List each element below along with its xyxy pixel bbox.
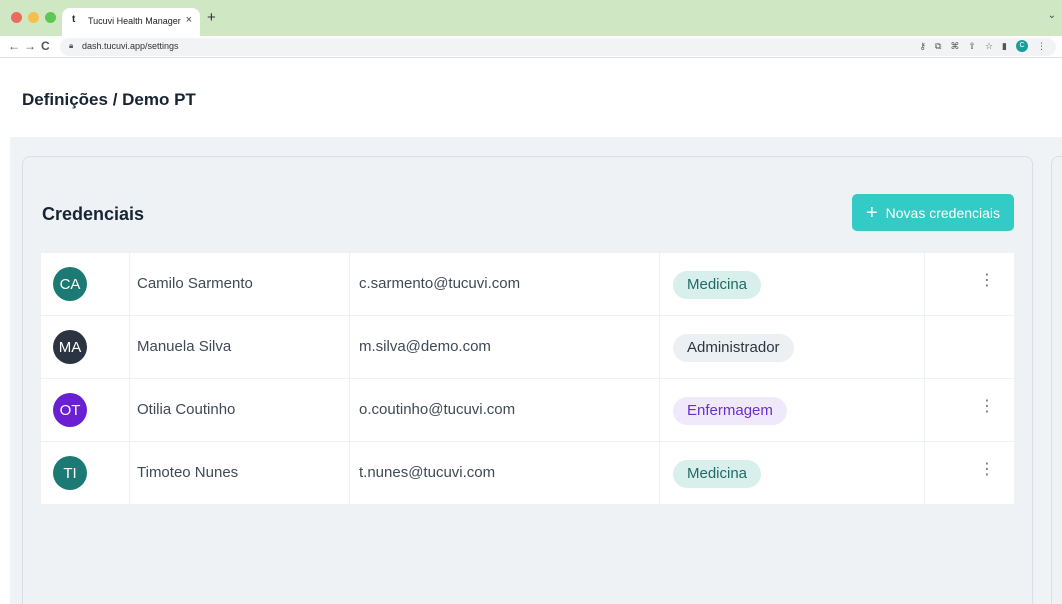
share-icon[interactable]: ⇪ — [968, 41, 976, 52]
credential-row: MA Manuela Silva m.silva@demo.com Admini… — [41, 316, 1014, 378]
side-panel-icon[interactable]: ▮ — [1002, 41, 1007, 52]
credential-row: OT Otilia Coutinho o.coutinho@tucuvi.com… — [41, 379, 1014, 441]
more-options-icon[interactable]: ⋮ — [979, 462, 995, 478]
avatar: TI — [53, 456, 87, 490]
lock-icon: 🔒︎ — [69, 41, 74, 50]
more-options-icon[interactable]: ⋮ — [979, 273, 995, 289]
page-title: Definições / Demo PT — [22, 90, 196, 109]
browser-tab-bar: t Tucuvi Health Manager × + ⌄ — [0, 0, 1062, 36]
user-name: Timoteo Nunes — [137, 464, 239, 481]
tab-close-icon[interactable]: × — [186, 14, 192, 26]
new-credentials-button[interactable]: + Novas credenciais — [852, 194, 1014, 231]
key-icon[interactable]: ⚷ — [919, 41, 926, 52]
user-email: m.silva@demo.com — [359, 338, 491, 355]
more-options-icon[interactable]: ⋮ — [979, 399, 995, 415]
maximize-window-button[interactable] — [45, 12, 56, 23]
reload-icon[interactable]: C — [41, 39, 50, 53]
back-arrow-icon[interactable]: ← — [8, 39, 20, 53]
credentials-list: CA Camilo Sarmento c.sarmento@tucuvi.com… — [41, 253, 1014, 505]
address-toolbar: ← → C 🔒︎ dash.tucuvi.app/settings ⚷ ⧉ ⌘ … — [0, 36, 1062, 58]
app-content: Definições / Demo PT Credenciais + Novas… — [0, 59, 1062, 604]
tucuvi-favicon-icon: t — [72, 14, 76, 25]
role-badge: Medicina — [673, 271, 762, 299]
sidebar-edge — [0, 59, 10, 604]
page-header: Definições / Demo PT — [10, 59, 1062, 137]
translate-icon[interactable]: ⌘ — [950, 41, 959, 52]
new-tab-button[interactable]: + — [207, 9, 216, 26]
bookmark-star-icon[interactable]: ☆ — [985, 41, 993, 52]
profile-avatar[interactable]: C — [1016, 40, 1028, 52]
tab-title: Tucuvi Health Manager — [88, 16, 181, 26]
new-credentials-label: Novas credenciais — [885, 204, 1001, 221]
forward-arrow-icon[interactable]: → — [24, 39, 36, 53]
url-text[interactable]: dash.tucuvi.app/settings — [82, 41, 179, 51]
user-name: Otilia Coutinho — [137, 401, 236, 418]
role-badge: Medicina — [673, 460, 762, 488]
browser-tab[interactable]: t Tucuvi Health Manager × — [62, 8, 200, 36]
avatar: MA — [53, 330, 87, 364]
secondary-card — [1051, 156, 1062, 604]
credential-row: TI Timoteo Nunes t.nunes@tucuvi.com Medi… — [41, 442, 1014, 504]
user-email: t.nunes@tucuvi.com — [359, 464, 496, 481]
install-app-icon[interactable]: ⧉ — [935, 41, 941, 52]
close-window-button[interactable] — [11, 12, 22, 23]
role-badge: Enfermagem — [673, 397, 787, 425]
avatar: CA — [53, 267, 87, 301]
user-name: Camilo Sarmento — [137, 275, 253, 292]
user-email: o.coutinho@tucuvi.com — [359, 401, 516, 418]
tab-search-chevron-icon[interactable]: ⌄ — [1048, 10, 1056, 21]
credential-row: CA Camilo Sarmento c.sarmento@tucuvi.com… — [41, 253, 1014, 315]
user-email: c.sarmento@tucuvi.com — [359, 275, 521, 292]
address-bar[interactable]: 🔒︎ dash.tucuvi.app/settings ⚷ ⧉ ⌘ ⇪ ☆ ▮ … — [60, 38, 1056, 56]
credentials-title: Credenciais — [42, 204, 145, 224]
credentials-card: Credenciais + Novas credenciais CA Camil… — [22, 156, 1033, 604]
role-badge: Administrador — [673, 334, 794, 362]
browser-menu-icon[interactable]: ⋮ — [1037, 41, 1046, 52]
user-name: Manuela Silva — [137, 338, 232, 355]
avatar: OT — [53, 393, 87, 427]
plus-icon: + — [865, 201, 878, 224]
minimize-window-button[interactable] — [28, 12, 39, 23]
